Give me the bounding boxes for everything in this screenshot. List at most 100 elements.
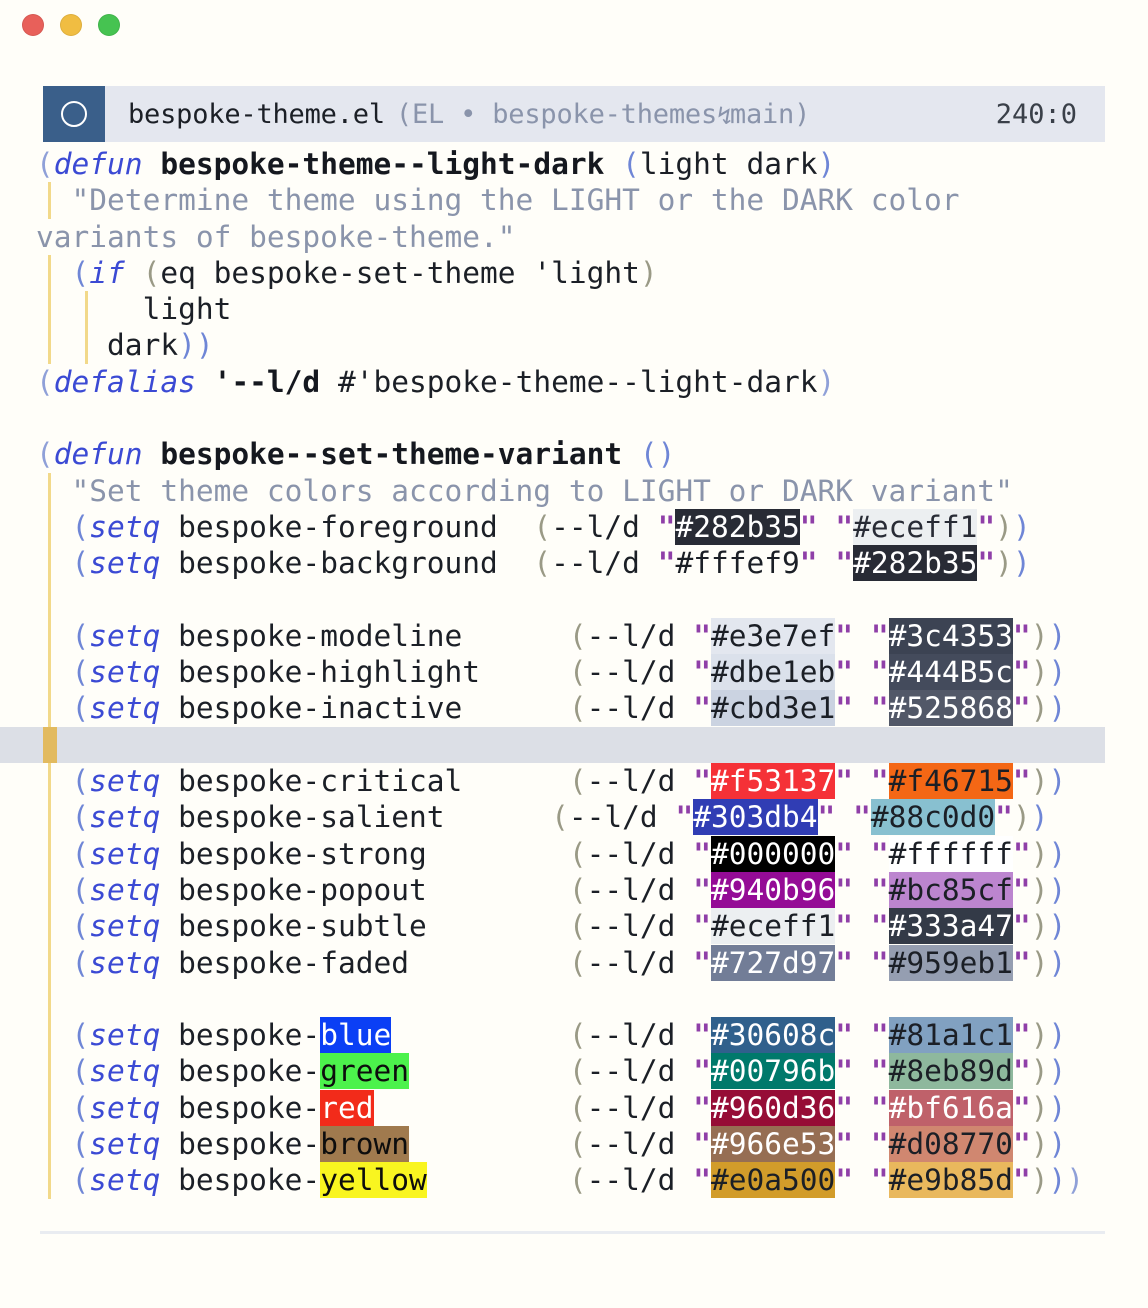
code-token: dark	[36, 328, 179, 363]
paren-open: (	[568, 655, 587, 690]
code-line[interactable]: (defun bespoke-theme--light-dark (light …	[0, 146, 1148, 182]
paren-close: )	[1030, 764, 1049, 799]
variable-name: bespoke-background	[178, 546, 498, 581]
code-token: (	[36, 147, 54, 181]
code-line[interactable]: variants of bespoke-theme."	[0, 219, 1148, 255]
code-buffer[interactable]: (defun bespoke-theme--light-dark (light …	[0, 146, 1148, 1232]
code-line[interactable]: (setq bespoke-salient (--l/d "#303db4" "…	[0, 799, 1148, 836]
hex-color-dark: #525868	[888, 690, 1013, 727]
indent-guide	[85, 327, 88, 364]
code-line[interactable]: (setq bespoke-red (--l/d "#960d36" "#bf6…	[0, 1089, 1148, 1127]
indent-guide	[48, 508, 51, 546]
color-word-red: red	[320, 1089, 374, 1126]
paren-open: (	[36, 618, 90, 653]
hex-color-dark: #3c4353	[888, 617, 1013, 654]
indent-guide	[48, 581, 51, 618]
indent-guide	[48, 944, 51, 981]
paren-close: )	[1048, 872, 1067, 907]
hex-color-light: #30608c	[710, 1017, 836, 1054]
string-quote-close: "	[835, 872, 854, 907]
code-line[interactable]: (setq bespoke-foreground (--l/d "#282b35…	[0, 508, 1148, 546]
paren-close: )	[1030, 691, 1049, 726]
indent-guide	[48, 763, 51, 800]
code-line[interactable]: "Determine theme using the LIGHT or the …	[0, 182, 1148, 219]
modeline-mode: (EL	[395, 98, 461, 130]
hex-color-dark: #282b35	[853, 545, 978, 582]
keyword-setq: setq	[89, 509, 161, 544]
string-quote-open: "	[693, 945, 711, 980]
code-line[interactable]: (setq bespoke-popout (--l/d "#940b96" "#…	[0, 871, 1148, 909]
close-button[interactable]	[22, 14, 44, 36]
hex-color-dark: #bf616a	[888, 1089, 1013, 1126]
code-line-current[interactable]	[0, 726, 1105, 764]
code-line[interactable]: (setq bespoke-modeline (--l/d "#e3e7ef" …	[0, 617, 1148, 655]
function-ld: --l/d	[551, 509, 640, 544]
paren-open: (	[568, 1163, 587, 1198]
keyword-setq: setq	[89, 1127, 161, 1162]
hex-color-dark: #eceff1	[853, 508, 978, 545]
maximize-button[interactable]	[98, 14, 120, 36]
git-branch-icon: ↯	[717, 100, 732, 130]
code-line[interactable]: (setq bespoke-background (--l/d "#fffef9…	[0, 545, 1148, 582]
hex-color-dark: #e9b85d	[888, 1162, 1013, 1199]
function-ld: --l/d	[586, 945, 676, 980]
code-line[interactable]: (setq bespoke-highlight (--l/d "#dbe1eb"…	[0, 654, 1148, 691]
code-line[interactable]	[0, 581, 1148, 618]
variable-name: bespoke-critical	[178, 764, 463, 799]
code-line[interactable]: (defalias '--l/d #'bespoke-theme--light-…	[0, 364, 1148, 400]
code-token: )	[817, 147, 836, 181]
code-line[interactable]: (setq bespoke-strong (--l/d "#000000" "#…	[0, 835, 1148, 872]
code-line[interactable]: (setq bespoke-blue (--l/d "#30608c" "#81…	[0, 1017, 1148, 1054]
string-quote-open: "	[870, 836, 889, 871]
code-line[interactable]: dark))	[0, 327, 1148, 364]
minimize-button[interactable]	[60, 14, 82, 36]
string-quote-close: "	[1012, 764, 1031, 799]
code-line[interactable]	[0, 980, 1148, 1018]
code-line[interactable]: light	[0, 291, 1148, 328]
code-line[interactable]: (if (eq bespoke-set-theme 'light)	[0, 254, 1148, 292]
code-line[interactable]	[0, 400, 1148, 436]
modeline-status-indicator[interactable]	[43, 86, 105, 142]
code-line[interactable]: (defun bespoke--set-theme-variant ()	[0, 436, 1148, 472]
string-quote-close: "	[835, 691, 854, 726]
string-quote-close: "	[835, 909, 854, 944]
code-line[interactable]: (setq bespoke-subtle (--l/d "#eceff1" "#…	[0, 908, 1148, 945]
paren-close: )	[1048, 691, 1067, 726]
color-word-brown: brown	[320, 1126, 410, 1163]
paren-close: )	[1030, 655, 1049, 690]
indent-guide	[48, 871, 51, 909]
string-quote-close: "	[835, 618, 854, 653]
code-token: (	[36, 437, 54, 472]
function-ld: --l/d	[586, 1054, 676, 1089]
paren-close: )	[1030, 945, 1049, 980]
paren-open: (	[568, 1127, 587, 1162]
string-quote-open: "	[693, 1127, 711, 1162]
code-line[interactable]: (setq bespoke-faded (--l/d "#727d97" "#9…	[0, 944, 1148, 981]
code-line[interactable]: "Set theme colors according to LIGHT or …	[0, 472, 1148, 509]
code-line[interactable]: (setq bespoke-critical (--l/d "#f53137" …	[0, 763, 1148, 800]
code-line[interactable]: (setq bespoke-yellow (--l/d "#e0a500" "#…	[0, 1162, 1148, 1199]
code-line[interactable]: (setq bespoke-brown (--l/d "#966e53" "#d…	[0, 1126, 1148, 1163]
code-line[interactable]: (setq bespoke-inactive (--l/d "#cbd3e1" …	[0, 690, 1148, 727]
function-ld: --l/d	[586, 1090, 676, 1125]
function-ld: --l/d	[586, 1163, 676, 1198]
indent-guide	[48, 908, 51, 945]
paren-open: (	[36, 872, 90, 907]
paren-close: )	[1012, 509, 1031, 544]
paren-open: (	[36, 1018, 90, 1053]
code-line[interactable]: (setq bespoke-green (--l/d "#00796b" "#8…	[0, 1053, 1148, 1090]
string-quote-close: "	[799, 546, 818, 581]
